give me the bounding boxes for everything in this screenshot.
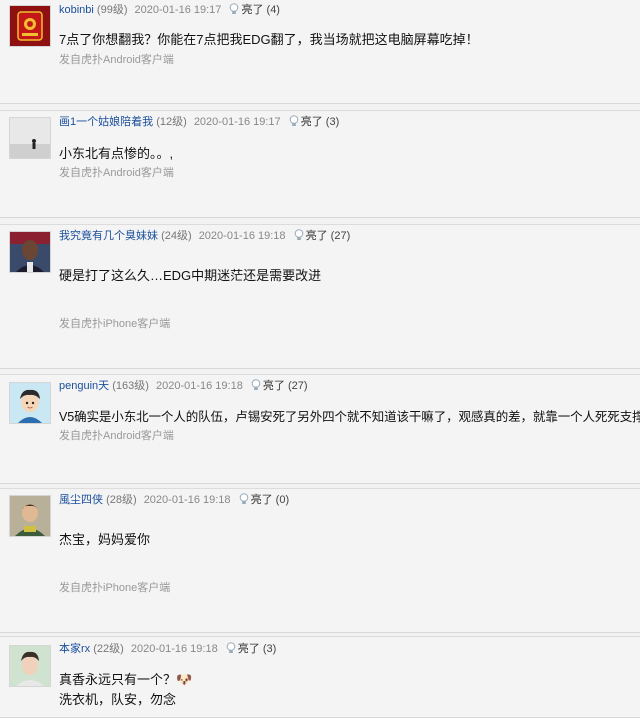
light-button[interactable]: 亮了 (306, 230, 328, 242)
light-button[interactable]: 亮了 (251, 494, 273, 506)
red-team-crest-icon (10, 6, 50, 46)
player-photo-icon (10, 496, 50, 536)
post-source: 发自虎扑Android客户端 (59, 54, 174, 66)
light-button[interactable]: 亮了 (241, 4, 263, 16)
lightbulb-icon[interactable] (294, 229, 304, 247)
post-source: 发自虎扑Android客户端 (59, 430, 174, 442)
user-level: (99级) (96, 4, 128, 16)
reply-post: 画1一个姑娘陪着我 (12级) 2020-01-16 19:17 亮了 (3) … (0, 110, 640, 218)
user-avatar[interactable] (9, 231, 51, 273)
reply-post: kobinbi (99级) 2020-01-16 19:17 亮了 (4) 7点… (0, 0, 640, 104)
user-avatar[interactable] (9, 117, 51, 159)
user-avatar[interactable] (9, 5, 51, 47)
reply-post: penguin天 (163级) 2020-01-16 19:18 亮了 (27)… (0, 374, 640, 484)
reply-post: 本家rx (22级) 2020-01-16 19:18 亮了 (3) 真香永远只… (0, 636, 640, 718)
post-content: 小东北有点惨的。。, (59, 146, 174, 161)
young-man-photo-icon (10, 646, 50, 686)
post-meta: 画1一个姑娘陪着我 (12级) 2020-01-16 19:17 亮了 (3) (59, 113, 339, 131)
light-count: (4) (266, 4, 280, 16)
post-meta: 本家rx (22级) 2020-01-16 19:18 亮了 (3) (59, 640, 276, 658)
post-source: 发自虎扑Android客户端 (59, 167, 174, 179)
post-content: 7点了你想翻我？你能在7点把我EDG翻了，我当场就把这电脑屏幕吃掉！ (59, 32, 479, 47)
man-portrait-icon (10, 232, 50, 272)
username-link[interactable]: 我究竟有几个臭妹妹 (59, 230, 158, 242)
lightbulb-icon[interactable] (289, 115, 299, 133)
cartoon-boy-icon (10, 383, 50, 423)
light-count: (3) (325, 116, 340, 128)
post-time: 2020-01-16 19:17 (193, 116, 281, 128)
light-button[interactable]: 亮了 (263, 380, 285, 392)
light-count: (3) (262, 643, 277, 655)
post-content: 杰宝，妈妈爱你 (59, 532, 151, 547)
post-time: 2020-01-16 19:18 (143, 494, 231, 506)
post-meta: 我究竟有几个臭妹妹 (24级) 2020-01-16 19:18 亮了 (27) (59, 227, 350, 245)
post-source: 发自虎扑iPhone客户端 (59, 318, 171, 330)
light-count: (0) (275, 494, 290, 506)
username-link[interactable]: 本家rx (59, 643, 90, 655)
username-link[interactable]: 画1一个姑娘陪着我 (59, 116, 153, 128)
post-content: V5确实是小东北一个人的队伍，卢锡安死了另外四个就不知道该干嘛了，观感真的差，就… (59, 410, 640, 424)
post-content-line: 洗衣机，队安，勿念 (59, 692, 177, 707)
user-level: (12级) (156, 116, 187, 128)
post-time: 2020-01-16 19:17 (134, 4, 222, 16)
light-button[interactable]: 亮了 (238, 643, 260, 655)
username-link[interactable]: penguin天 (59, 380, 109, 392)
username-link[interactable]: kobinbi (59, 4, 94, 16)
lightbulb-icon[interactable] (239, 493, 249, 511)
username-link[interactable]: 風尘四侠 (59, 494, 103, 506)
post-content: 硬是打了这么久…EDG中期迷茫还是需要改进 (59, 268, 322, 283)
reply-post: 我究竟有几个臭妹妹 (24级) 2020-01-16 19:18 亮了 (27)… (0, 224, 640, 369)
user-avatar[interactable] (9, 645, 51, 687)
post-meta: 風尘四侠 (28级) 2020-01-16 19:18 亮了 (0) (59, 491, 289, 509)
light-count: (27) (330, 230, 351, 242)
post-time: 2020-01-16 19:18 (130, 643, 218, 655)
reply-post: 風尘四侠 (28级) 2020-01-16 19:18 亮了 (0) 杰宝，妈妈… (0, 488, 640, 633)
light-button[interactable]: 亮了 (301, 116, 323, 128)
user-level: (163级) (112, 380, 149, 392)
light-count: (27) (287, 380, 308, 392)
lightbulb-icon[interactable] (251, 379, 261, 397)
lone-figure-photo-icon (10, 118, 50, 158)
post-source: 发自虎扑iPhone客户端 (59, 582, 171, 594)
post-meta: kobinbi (99级) 2020-01-16 19:17 亮了 (4) (59, 1, 280, 19)
user-level: (22级) (93, 643, 124, 655)
post-time: 2020-01-16 19:18 (155, 380, 243, 392)
post-time: 2020-01-16 19:18 (198, 230, 286, 242)
user-level: (24级) (161, 230, 192, 242)
lightbulb-icon[interactable] (226, 642, 236, 660)
user-level: (28级) (106, 494, 137, 506)
user-avatar[interactable] (9, 495, 51, 537)
lightbulb-icon[interactable] (229, 3, 239, 21)
user-avatar[interactable] (9, 382, 51, 424)
post-content-line: 真香永远只有一个？🐶 (59, 672, 193, 687)
post-meta: penguin天 (163级) 2020-01-16 19:18 亮了 (27) (59, 377, 308, 395)
